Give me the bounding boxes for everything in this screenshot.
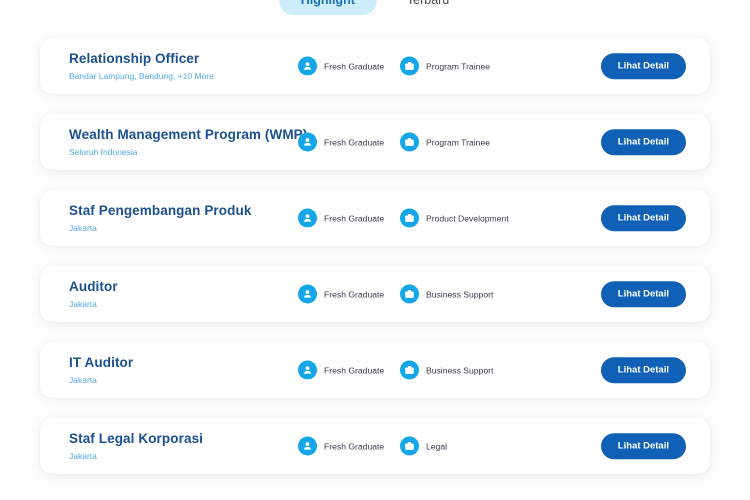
person-icon bbox=[298, 132, 317, 152]
job-title[interactable]: Auditor bbox=[69, 279, 118, 296]
job-tags: Fresh Graduate Program Trainee bbox=[298, 132, 491, 152]
job-tag: Fresh Graduate bbox=[298, 208, 390, 228]
job-tags: Fresh Graduate Business Support bbox=[298, 360, 494, 380]
view-detail-button[interactable]: Lihat Detail bbox=[600, 281, 686, 307]
job-info: Staf Pengembangan Produk Jakarta bbox=[69, 203, 251, 233]
job-info: Auditor Jakarta bbox=[69, 279, 118, 309]
briefcase-icon bbox=[400, 436, 419, 456]
briefcase-icon bbox=[400, 132, 419, 152]
job-tags: Fresh Graduate Program Trainee bbox=[298, 56, 491, 76]
job-tag-label: Program Trainee bbox=[426, 137, 491, 147]
job-location: Jakarta bbox=[69, 374, 97, 385]
job-tag: Fresh Graduate bbox=[298, 284, 390, 304]
job-card[interactable]: Wealth Management Program (WMP) Seluruh I… bbox=[40, 114, 710, 170]
briefcase-icon bbox=[400, 208, 419, 228]
job-location: Jakarta bbox=[69, 450, 97, 461]
job-card[interactable]: IT Auditor Jakarta Fresh Graduate Business … bbox=[40, 342, 710, 398]
view-detail-button[interactable]: Lihat Detail bbox=[600, 129, 686, 155]
job-tag: Fresh Graduate bbox=[298, 56, 390, 76]
job-tag: Fresh Graduate bbox=[298, 436, 390, 456]
job-tags: Fresh Graduate Legal bbox=[298, 436, 448, 456]
job-card[interactable]: Auditor Jakarta Fresh Graduate Business Sup… bbox=[40, 266, 710, 322]
person-icon bbox=[298, 56, 317, 76]
job-tags: Fresh Graduate Business Support bbox=[298, 284, 494, 304]
tab-terbaru-label: Terbaru bbox=[406, 0, 450, 7]
job-tag-label: Fresh Graduate bbox=[324, 137, 385, 147]
job-location: Jakarta bbox=[69, 298, 97, 309]
job-listing-page: Highlight Terbaru Relationship Officer Ba… bbox=[0, 0, 750, 500]
view-detail-button[interactable]: Lihat Detail bbox=[600, 357, 686, 383]
person-icon bbox=[298, 284, 317, 304]
job-title[interactable]: Staf Pengembangan Produk bbox=[69, 203, 251, 220]
job-info: Staf Legal Korporasi Jakarta bbox=[69, 431, 203, 461]
briefcase-icon bbox=[400, 56, 419, 76]
job-info: IT Auditor Jakarta bbox=[69, 355, 133, 385]
job-tag-label: Business Support bbox=[426, 365, 494, 375]
job-title[interactable]: Staf Legal Korporasi bbox=[69, 431, 203, 448]
view-detail-button[interactable]: Lihat Detail bbox=[600, 53, 686, 79]
briefcase-icon bbox=[400, 360, 419, 380]
job-tag: Legal bbox=[400, 436, 448, 456]
job-tag: Business Support bbox=[400, 360, 494, 380]
job-tag: Business Support bbox=[400, 284, 494, 304]
job-title[interactable]: IT Auditor bbox=[69, 355, 133, 372]
job-card[interactable]: Staf Pengembangan Produk Jakarta Fresh Gra… bbox=[40, 190, 710, 246]
job-tag: Fresh Graduate bbox=[298, 360, 390, 380]
job-tag: Fresh Graduate bbox=[298, 132, 390, 152]
job-info: Wealth Management Program (WMP) Seluruh I… bbox=[69, 127, 307, 157]
job-tag-label: Product Development bbox=[426, 213, 509, 223]
job-tag-label: Fresh Graduate bbox=[324, 289, 385, 299]
job-tag-label: Fresh Graduate bbox=[324, 441, 385, 451]
job-tag: Program Trainee bbox=[400, 56, 491, 76]
job-tag: Program Trainee bbox=[400, 132, 491, 152]
job-location: Jakarta bbox=[69, 222, 97, 233]
briefcase-icon bbox=[400, 284, 419, 304]
job-tag-label: Business Support bbox=[426, 289, 494, 299]
job-card[interactable]: Relationship Officer Bandar Lampung, Band… bbox=[40, 38, 710, 94]
job-tag-label: Program Trainee bbox=[426, 61, 491, 71]
job-tag: Product Development bbox=[400, 208, 509, 228]
job-location: Seluruh Indonesia bbox=[69, 146, 138, 157]
job-card-list: Relationship Officer Bandar Lampung, Band… bbox=[40, 38, 710, 474]
view-detail-button[interactable]: Lihat Detail bbox=[600, 205, 686, 231]
job-card[interactable]: Staf Legal Korporasi Jakarta Fresh Graduat… bbox=[40, 418, 710, 474]
tab-highlight[interactable]: Highlight bbox=[278, 0, 377, 15]
person-icon bbox=[298, 360, 317, 380]
tab-terbaru[interactable]: Terbaru bbox=[385, 0, 471, 15]
view-detail-button[interactable]: Lihat Detail bbox=[600, 433, 686, 459]
job-tag-label: Fresh Graduate bbox=[324, 213, 385, 223]
job-info: Relationship Officer Bandar Lampung, Band… bbox=[69, 51, 214, 81]
job-tags: Fresh Graduate Product Development bbox=[298, 208, 509, 228]
job-title[interactable]: Wealth Management Program (WMP) bbox=[69, 127, 307, 144]
job-tag-label: Fresh Graduate bbox=[324, 61, 385, 71]
job-tag-label: Legal bbox=[426, 441, 448, 451]
job-title[interactable]: Relationship Officer bbox=[69, 51, 214, 68]
tab-highlight-label: Highlight bbox=[300, 0, 355, 7]
job-location: Bandar Lampung, Bandung, +10 More bbox=[69, 70, 214, 81]
filter-tabs: Highlight Terbaru bbox=[0, 0, 750, 15]
job-tag-label: Fresh Graduate bbox=[324, 365, 385, 375]
person-icon bbox=[298, 208, 317, 228]
person-icon bbox=[298, 436, 317, 456]
